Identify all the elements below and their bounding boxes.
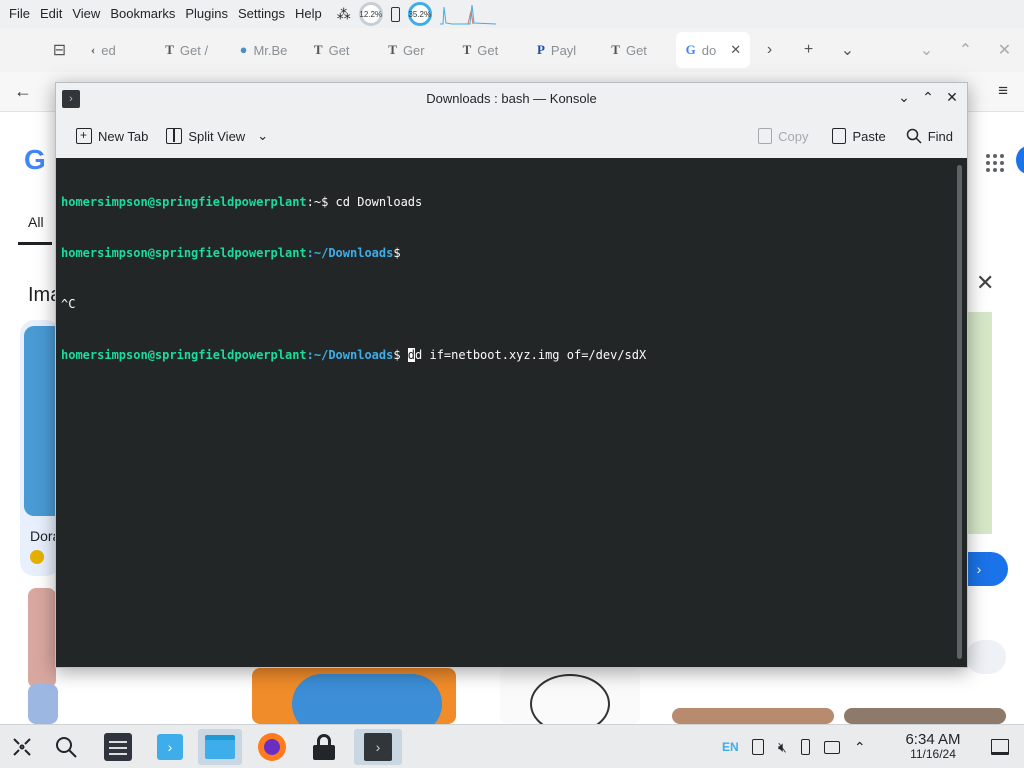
close-panel-icon[interactable]: ✕ xyxy=(976,270,994,296)
terminal-line: homersimpson@springfieldpowerplant:~$ cd… xyxy=(61,195,423,209)
browser-tab[interactable]: ‹ ed xyxy=(81,32,155,68)
image-thumbnail[interactable] xyxy=(28,684,58,724)
system-settings-icon[interactable] xyxy=(96,729,140,765)
network-activity-icon: ⁂ xyxy=(336,5,351,22)
browser-tab[interactable]: P Payl xyxy=(527,32,601,68)
clipboard-icon[interactable] xyxy=(752,739,764,755)
image-thumbnail[interactable] xyxy=(28,588,56,688)
search-icon xyxy=(906,128,922,144)
menu-file[interactable]: File xyxy=(4,0,35,28)
menu-view[interactable]: View xyxy=(67,0,105,28)
browser-tabstrip: ⊟ ‹ ed T Get / ● Mr.Be T Get T Ger T Get P Payl… xyxy=(0,28,1024,72)
secondary-button[interactable] xyxy=(966,640,1006,674)
system-monitor-widgets: ⁂ 12.2% 35.2% xyxy=(337,2,496,26)
konsole-taskbar-icon[interactable]: › xyxy=(354,729,402,765)
terminal-line: ^C xyxy=(61,297,76,311)
system-tray: 🔇︎ ⌃ xyxy=(752,725,866,768)
image-thumbnail[interactable] xyxy=(500,668,640,724)
back-arrow-icon[interactable]: ← xyxy=(14,81,32,102)
menu-edit[interactable]: Edit xyxy=(35,0,67,28)
browser-tab[interactable]: T Get xyxy=(453,32,527,68)
clock-time: 6:34 AM xyxy=(905,731,961,748)
application-launcher-icon[interactable] xyxy=(0,729,44,765)
battery-icon xyxy=(390,6,400,22)
image-thumbnail[interactable] xyxy=(672,708,834,724)
paste-label: Paste xyxy=(852,128,886,144)
browser-tab[interactable]: T Get xyxy=(601,32,675,68)
find-label: Find xyxy=(927,128,953,144)
close-icon[interactable]: ✕ xyxy=(945,89,959,106)
menu-bookmarks[interactable]: Bookmarks xyxy=(105,0,180,28)
tab-scroll-right-icon[interactable]: › xyxy=(750,41,789,59)
show-desktop-icon[interactable] xyxy=(978,729,1022,765)
keyboard-layout-indicator[interactable]: EN xyxy=(722,725,739,768)
paste-button[interactable]: Paste xyxy=(826,124,891,148)
new-tab-label: New Tab xyxy=(98,128,149,144)
copy-label: Copy xyxy=(778,128,809,144)
tab-overview-icon[interactable]: ⊟ xyxy=(38,40,81,60)
digital-clock[interactable]: 6:34 AM 11/16/24 xyxy=(898,731,968,761)
account-avatar[interactable] xyxy=(1016,146,1024,174)
apps-grid-icon[interactable] xyxy=(986,154,1004,172)
konsole-window: › Downloads : bash — Konsole ⌄ ⌃ ✕ + New… xyxy=(55,82,968,668)
display-configuration-icon[interactable] xyxy=(823,740,840,754)
copy-button[interactable]: Copy xyxy=(752,124,814,148)
file-manager-icon[interactable] xyxy=(198,729,242,765)
konsole-toolbar: + New Tab Split View ⌄ Copy Paste Find xyxy=(56,115,967,157)
minimize-icon[interactable]: ⌄ xyxy=(897,89,911,106)
image-thumbnail[interactable] xyxy=(844,708,1006,724)
menu-help[interactable]: Help xyxy=(290,0,327,28)
source-favicon xyxy=(30,550,44,564)
window-title: Downloads : bash — Konsole xyxy=(426,91,597,106)
discover-store-icon[interactable]: › xyxy=(148,729,192,765)
browser-tab[interactable]: ● Mr.Be xyxy=(230,32,304,68)
volume-muted-icon[interactable]: 🔇︎ xyxy=(778,739,787,756)
menu-plugins[interactable]: Plugins xyxy=(180,0,233,28)
google-logo[interactable]: G xyxy=(24,144,46,176)
battery-icon[interactable] xyxy=(800,739,810,755)
browser-tab[interactable]: T Get xyxy=(304,32,378,68)
terminal-line: homersimpson@springfieldpowerplant:~/Dow… xyxy=(61,348,647,362)
window-maximize-icon[interactable]: ⌃ xyxy=(946,40,985,60)
new-tab-icon[interactable]: + xyxy=(789,41,828,59)
find-button[interactable]: Find xyxy=(900,124,959,148)
preview-image xyxy=(966,312,992,534)
split-view-label: Split View xyxy=(188,128,246,144)
tab-list-chevron-icon[interactable]: ⌄ xyxy=(828,40,867,60)
browser-tab[interactable]: T Get / xyxy=(155,32,229,68)
chevron-down-icon: ⌄ xyxy=(257,128,269,143)
split-view-button[interactable]: Split View ⌄ xyxy=(160,124,274,148)
window-close-icon[interactable]: ✕ xyxy=(985,40,1024,60)
konsole-titlebar[interactable]: › Downloads : bash — Konsole ⌄ ⌃ ✕ xyxy=(56,83,967,115)
window-minimize-icon[interactable]: ⌄ xyxy=(907,40,946,60)
terminal-view[interactable]: homersimpson@springfieldpowerplant:~$ cd… xyxy=(56,158,967,667)
menu-settings[interactable]: Settings xyxy=(233,0,290,28)
tab-close-icon[interactable]: ✕ xyxy=(730,42,741,58)
filter-tab-indicator xyxy=(18,242,52,245)
paste-icon xyxy=(832,128,847,144)
activity-graph-icon xyxy=(439,4,496,25)
browser-tab[interactable]: T Ger xyxy=(378,32,452,68)
terminal-line: homersimpson@springfieldpowerplant:~/Dow… xyxy=(61,246,401,260)
new-tab-icon: + xyxy=(76,128,92,144)
clock-date: 11/16/24 xyxy=(910,747,956,761)
image-thumbnail[interactable] xyxy=(252,668,456,724)
split-view-icon xyxy=(166,128,183,144)
text-cursor: d xyxy=(407,348,416,362)
search-icon[interactable] xyxy=(44,729,88,765)
new-tab-button[interactable]: + New Tab xyxy=(70,124,154,148)
browser-tab-active[interactable]: Gdo ✕ xyxy=(675,32,750,68)
expand-tray-chevron-icon[interactable]: ⌃ xyxy=(854,739,866,756)
cpu-gauge: 12.2% xyxy=(358,2,383,26)
firefox-icon[interactable] xyxy=(250,729,294,765)
taskbar: › › EN 🔇︎ ⌃ 6:34 AM 11/16/24 xyxy=(0,724,1024,768)
terminal-scrollbar[interactable] xyxy=(957,165,962,659)
filter-tab-all[interactable]: All xyxy=(28,214,44,230)
copy-icon xyxy=(758,128,773,144)
browser-menubar: File Edit View Bookmarks Plugins Setting… xyxy=(0,0,1024,28)
hamburger-menu-icon[interactable]: ≡ xyxy=(998,81,1008,101)
lock-icon[interactable] xyxy=(302,729,346,765)
memory-gauge: 35.2% xyxy=(407,2,432,26)
maximize-icon[interactable]: ⌃ xyxy=(921,89,935,106)
